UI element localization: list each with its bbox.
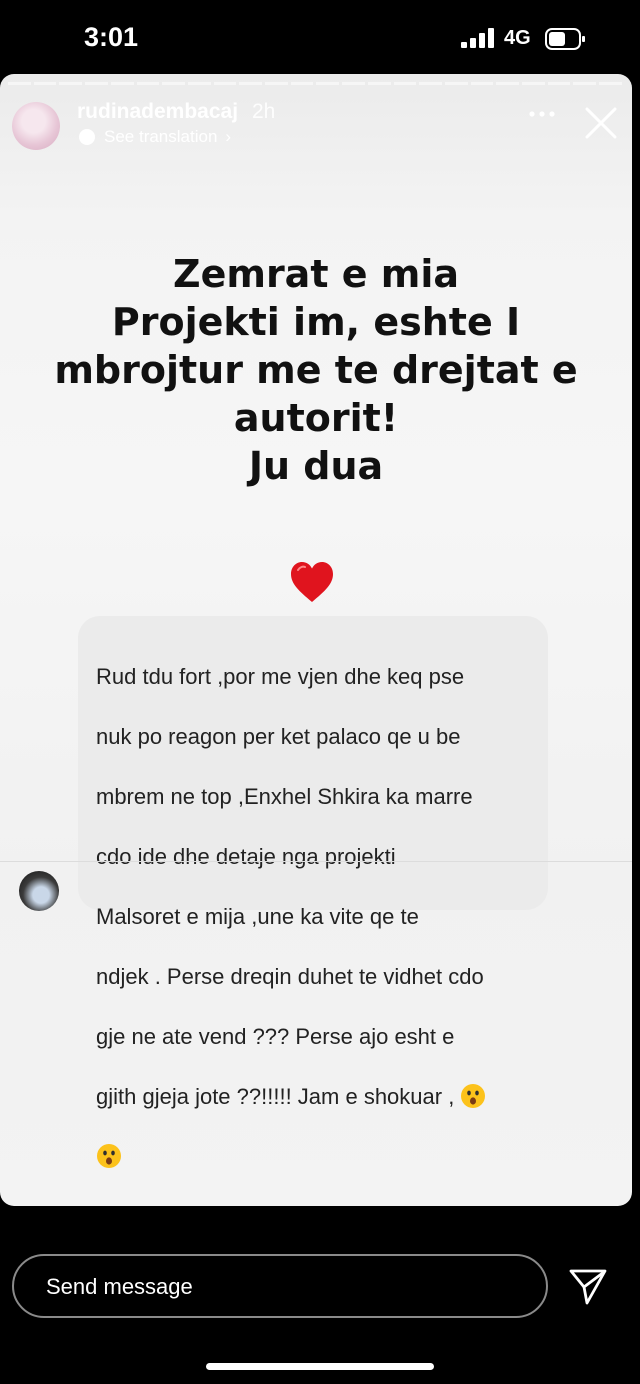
- message-line: gje ne ate vend ??? Perse ajo esht e: [96, 1024, 455, 1049]
- network-type: 4G: [504, 27, 531, 49]
- message-line-with-emoji: gjith gjeja jote ??!!!!! Jam e shokuar ,: [96, 1082, 536, 1112]
- status-bar: 3:01 4G: [0, 0, 640, 78]
- reply-message-text: Rud tdu fort ,por me vjen dhe keq pse nu…: [96, 632, 536, 1202]
- message-line: Malsoret e mija ,une ka vite qe te: [96, 904, 419, 929]
- globe-icon: [79, 129, 95, 145]
- headline-line: mbrojtur me te drejtat e: [54, 348, 578, 392]
- signal-icon: [461, 28, 494, 48]
- status-time: 3:01: [84, 22, 139, 52]
- headline-line: Ju dua: [248, 444, 384, 488]
- message-line: cdo ide dhe detaje nga projekti: [96, 844, 396, 869]
- battery-icon: [545, 28, 585, 50]
- surprised-face-emoji: [461, 1084, 486, 1108]
- story-viewer[interactable]: rudinadembacaj 2h See translation › Zemr…: [0, 74, 632, 1206]
- message-line: Rud tdu fort ,por me vjen dhe keq pse: [96, 664, 465, 689]
- headline-line: Zemrat e mia: [173, 252, 459, 296]
- message-input[interactable]: [44, 1266, 528, 1308]
- see-translation-label: See translation: [104, 127, 218, 146]
- message-line: ndjek . Perse dreqin duhet te vidhet cdo: [96, 964, 484, 989]
- headline-line: autorit!: [233, 396, 399, 440]
- reply-message-bubble: Rud tdu fort ,por me vjen dhe keq pse nu…: [78, 616, 548, 1168]
- chevron-right-icon: ›: [225, 127, 232, 146]
- message-line: nuk po reagon per ket palaco qe u be: [96, 724, 461, 749]
- red-heart-icon: [291, 562, 333, 602]
- send-icon[interactable]: [568, 1268, 608, 1306]
- sender-avatar[interactable]: [19, 871, 59, 911]
- message-line: gjith gjeja jote ??!!!!! Jam e shokuar ,: [96, 1084, 455, 1109]
- message-line: mbrem ne top ,Enxhel Shkira ka marre: [96, 784, 473, 809]
- story-progress-bar: [8, 82, 622, 85]
- story-headline: Zemrat e mia Projekti im, eshte I mbrojt…: [20, 250, 612, 490]
- author-username[interactable]: rudinadembacaj: [77, 100, 238, 124]
- send-message-field[interactable]: [12, 1254, 548, 1318]
- story-divider: [0, 861, 632, 862]
- author-avatar[interactable]: [12, 102, 60, 150]
- post-time: 2h: [252, 100, 276, 123]
- more-options-icon[interactable]: [526, 104, 558, 124]
- close-icon[interactable]: [584, 106, 618, 140]
- surprised-face-emoji: [97, 1144, 121, 1168]
- headline-line: Projekti im, eshte I: [111, 300, 521, 344]
- see-translation-link[interactable]: See translation ›: [78, 127, 231, 147]
- home-indicator[interactable]: [206, 1363, 434, 1370]
- message-line-emoji: [96, 1142, 536, 1172]
